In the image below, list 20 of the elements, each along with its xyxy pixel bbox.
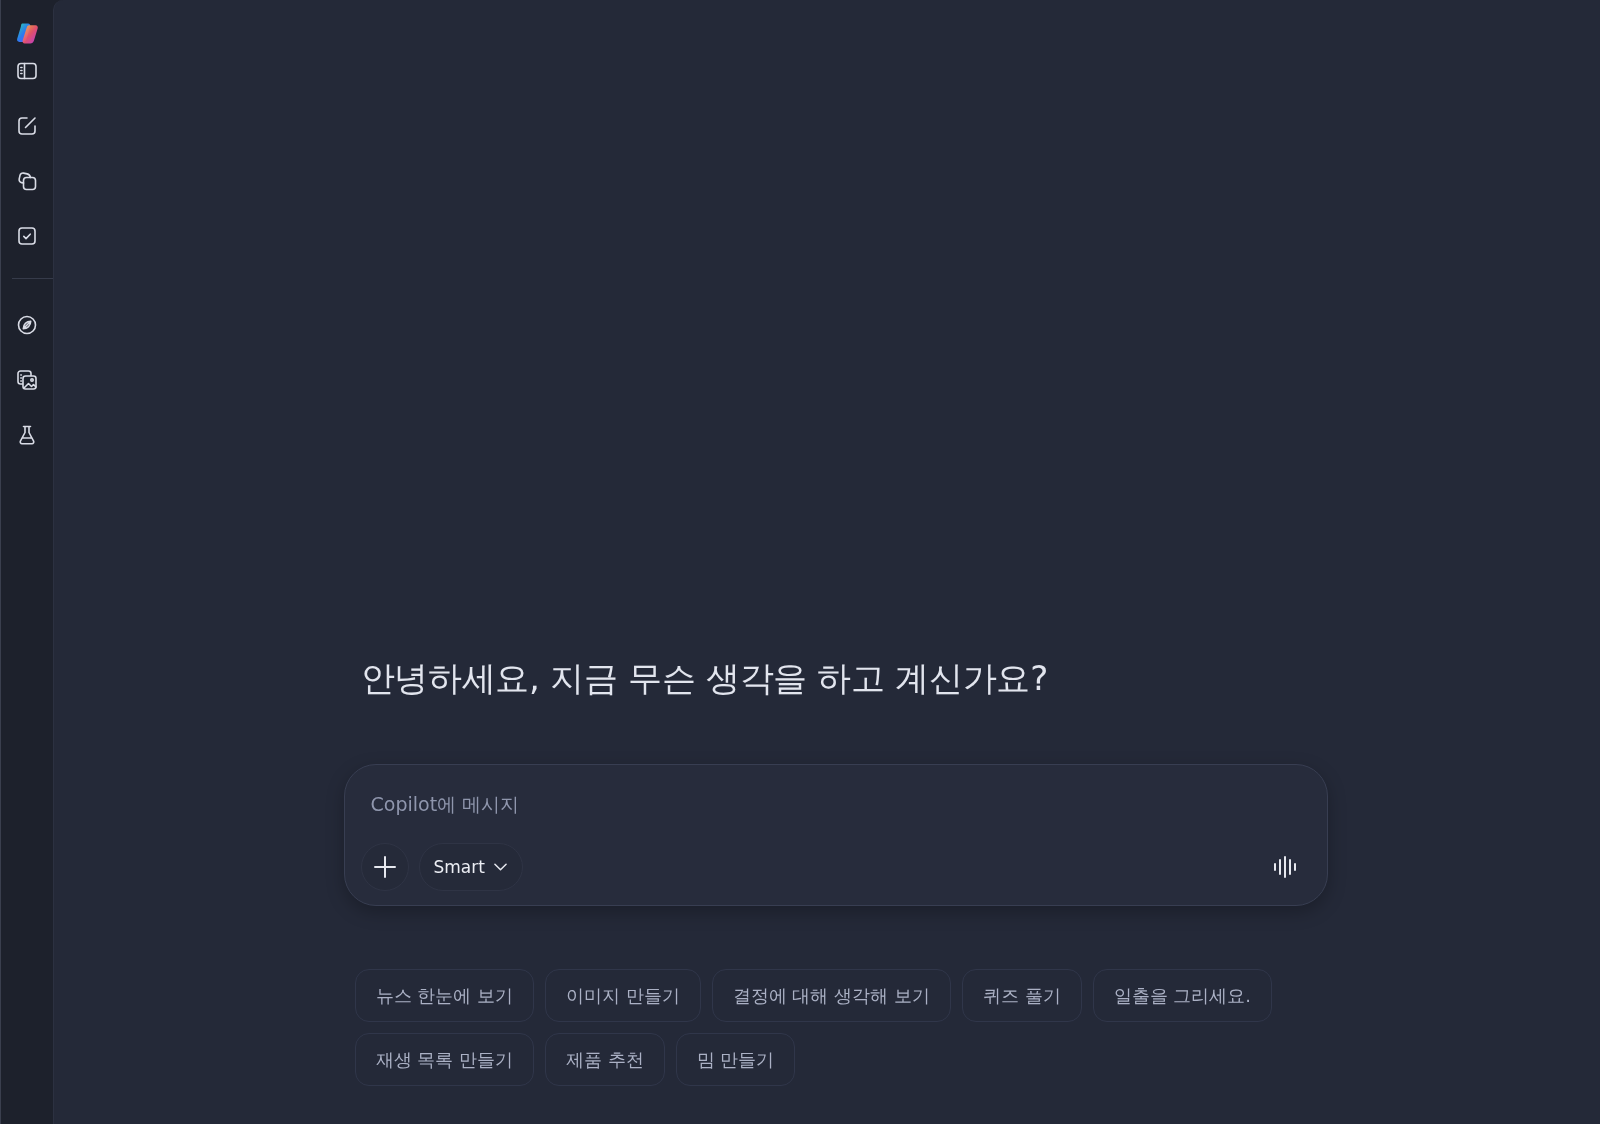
suggestion-chip[interactable]: 이미지 만들기	[544, 969, 701, 1022]
suggestion-chip[interactable]: 결정에 대해 생각해 보기	[711, 969, 951, 1022]
plus-icon	[373, 856, 396, 878]
suggestion-chip[interactable]: 일출을 그리세요.	[1092, 969, 1273, 1022]
voice-icon[interactable]	[1273, 856, 1296, 878]
suggestion-chip[interactable]: 퀴즈 풀기	[961, 969, 1082, 1022]
message-input[interactable]: Copilot에 메시지	[370, 786, 971, 822]
compass-icon[interactable]	[15, 313, 39, 337]
pages-icon[interactable]	[15, 169, 39, 193]
compose-icon[interactable]	[15, 114, 39, 138]
app-logo-icon	[14, 21, 40, 46]
suggestion-chip[interactable]: 재생 목록 만들기	[354, 1033, 534, 1086]
chevron-down-icon	[493, 863, 507, 871]
image-gallery-icon[interactable]	[15, 368, 39, 392]
checkbox-icon[interactable]	[15, 224, 39, 248]
greeting-heading: 안녕하세요, 지금 무슨 생각을 하고 계신가요?	[360, 657, 1049, 700]
suggestion-chip[interactable]: 뉴스 한눈에 보기	[354, 969, 534, 1022]
suggestion-chip[interactable]: 제품 추천	[544, 1033, 665, 1086]
suggestion-chip[interactable]: 밈 만들기	[675, 1033, 796, 1086]
mode-button[interactable]: Smart	[418, 843, 523, 891]
